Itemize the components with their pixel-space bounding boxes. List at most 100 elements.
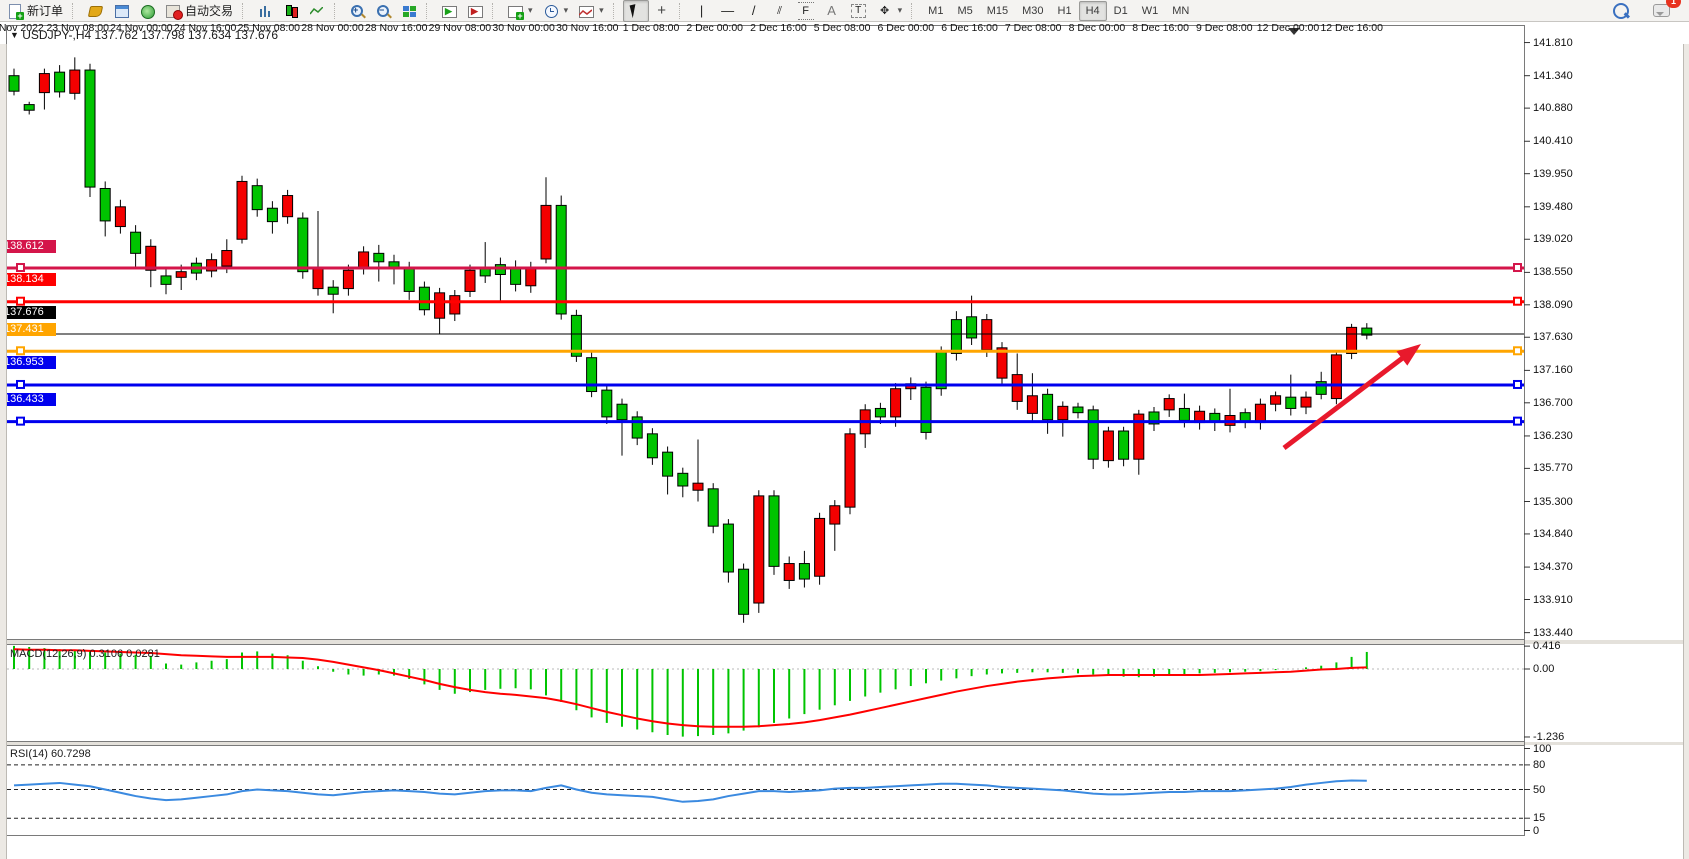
search-button[interactable] [1608,0,1634,22]
annotation-arrow[interactable] [1284,352,1410,448]
right-scroll-strip[interactable] [1683,44,1689,859]
price-level-tag[interactable]: 136.433 [0,393,56,406]
candle [1347,327,1357,353]
line-anchor[interactable] [17,381,24,388]
candle [389,262,399,269]
current-price-tag[interactable]: 137.676 [0,306,56,319]
cursor-tool-button[interactable] [623,0,649,22]
timeframe-mn-button[interactable]: MN [1165,1,1196,21]
timeframe-m15-button[interactable]: M15 [980,1,1015,21]
price-tick-label: 138.550 [1533,266,1573,278]
time-axis-label: 7 Dec 08:00 [1005,22,1062,34]
candle [298,218,308,272]
candle [708,489,718,526]
line-anchor[interactable] [1514,264,1521,271]
cursor-icon [628,3,644,19]
tile-windows-button[interactable] [396,0,422,22]
candle [936,352,946,389]
market-watch-button[interactable] [108,0,134,22]
timeframe-m5-button[interactable]: M5 [950,1,979,21]
candlestick-chart-button[interactable] [278,0,304,22]
line-chart-button[interactable] [304,0,330,22]
new-order-button[interactable]: + 新订单 [2,0,68,22]
macd-pane-border [7,645,1525,742]
timeframe-d1-button[interactable]: D1 [1107,1,1135,21]
line-anchor[interactable] [17,264,24,271]
candle [1073,407,1083,413]
auto-scroll-button[interactable]: ▶ [436,0,462,22]
price-tick-label: 136.700 [1533,397,1573,409]
navigator-icon [139,3,155,19]
candle [267,208,277,221]
timeframe-h4-button[interactable]: H4 [1079,1,1107,21]
time-axis-label: 24 Nov 16:00 [174,22,236,34]
price-level-tag[interactable]: 138.612 [0,240,56,253]
timeframe-w1-button[interactable]: W1 [1135,1,1166,21]
trendline-tool-button[interactable]: / [741,0,767,22]
candle [769,496,779,567]
time-axis-label: 2 Dec 00:00 [686,22,743,34]
template-icon [578,3,594,19]
shapes-icon: ✥ [877,3,893,19]
channel-tool-button[interactable]: ⫽ [767,0,793,22]
candle [191,263,201,273]
annotation-arrow-head[interactable] [1396,344,1421,366]
candle [374,253,384,261]
candle [1012,375,1022,402]
text-label-tool-button[interactable]: T [845,0,872,22]
zoom-out-button[interactable]: − [370,0,396,22]
candle [784,564,794,581]
candle [24,105,34,111]
shapes-tool-button[interactable]: ✥▾ [872,0,908,22]
notifications-button[interactable]: 1 [1648,0,1675,22]
rsi-label: RSI(14) 60.7298 [10,748,91,760]
rsi-axis-label: 15 [1533,812,1545,824]
candle [571,315,581,356]
line-anchor[interactable] [1514,418,1521,425]
price-level-tag[interactable]: 136.953 [0,356,56,369]
line-anchor[interactable] [1514,298,1521,305]
candle [252,186,262,210]
line-anchor[interactable] [1514,381,1521,388]
macd-axis-label: -1.236 [1533,731,1564,743]
line-anchor[interactable] [17,298,24,305]
line-anchor[interactable] [17,347,24,354]
navigator-button[interactable] [134,0,160,22]
history-center-icon [87,3,103,19]
candle [1134,414,1144,459]
indicators-button[interactable]: +▾ [502,0,538,22]
chart-shift-button[interactable]: ▶ [462,0,488,22]
price-level-tag[interactable]: 137.431 [0,323,56,336]
horizontal-line-tool-button[interactable]: — [715,0,741,22]
text-tool-button[interactable]: A [819,0,845,22]
candle [526,269,536,286]
line-anchor[interactable] [17,418,24,425]
zoom-in-button[interactable]: + [344,0,370,22]
crosshair-tool-button[interactable]: + [649,0,675,22]
line-anchor[interactable] [1514,347,1521,354]
market-watch-icon [113,3,129,19]
auto-trading-button[interactable]: 自动交易 [160,0,238,22]
timeframe-h1-button[interactable]: H1 [1051,1,1079,21]
history-center-button[interactable] [82,0,108,22]
rsi-axis-label: 80 [1533,759,1545,771]
pane-splitter[interactable] [0,640,1689,644]
fibonacci-tool-button[interactable]: F [793,0,819,22]
periods-button[interactable]: ▾ [538,0,574,22]
timeframe-m1-button[interactable]: M1 [921,1,950,21]
chart-area[interactable]: ▼ USDJPY-,H4 137.762 137.798 137.634 137… [0,22,1689,859]
candle [1362,328,1372,335]
bar-chart-button[interactable] [252,0,278,22]
templates-button[interactable]: ▾ [573,0,609,22]
candle [70,70,80,93]
time-axis-label: 6 Dec 00:00 [877,22,934,34]
separator [613,3,620,19]
left-frame [0,44,7,859]
price-tick-label: 133.440 [1533,627,1573,639]
timeframe-m30-button[interactable]: M30 [1015,1,1050,21]
candle [435,293,445,318]
pane-splitter[interactable] [0,742,1689,745]
vertical-line-tool-button[interactable]: | [689,0,715,22]
price-level-tag[interactable]: 138.134 [0,273,56,286]
candle [1103,431,1113,461]
